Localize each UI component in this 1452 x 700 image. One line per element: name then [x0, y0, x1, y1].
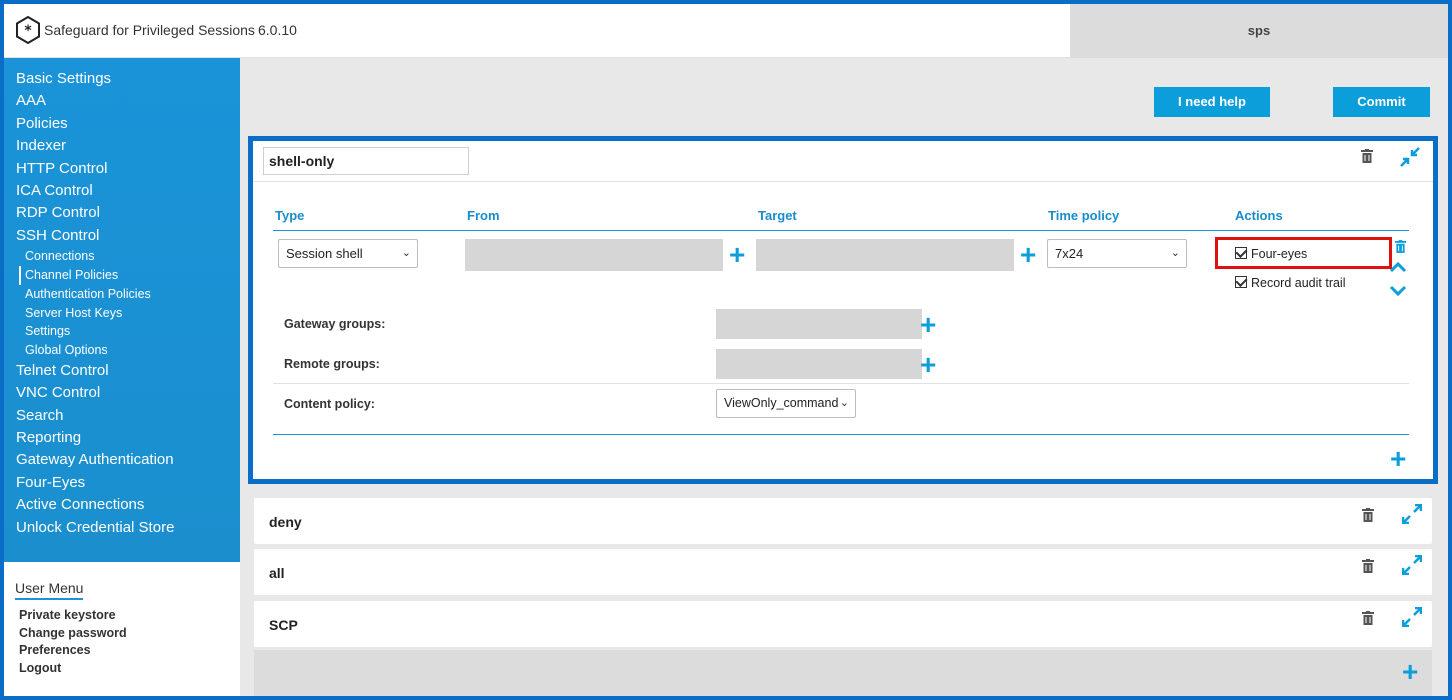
sidebar-item-unlock-credential-store[interactable]: Unlock Credential Store [4, 517, 240, 539]
sidebar-subitem-connections[interactable]: Connections [4, 247, 240, 266]
target-field[interactable] [756, 239, 1014, 271]
expand-icon[interactable] [1402, 555, 1422, 575]
logo-icon: * [16, 16, 40, 44]
policy-panel-deny[interactable]: deny [254, 498, 1432, 544]
col-header-target: Target [758, 208, 797, 223]
sidebar-item-aaa[interactable]: AAA [4, 90, 240, 112]
sidebar: Basic Settings AAA Policies Indexer HTTP… [4, 58, 240, 562]
trash-icon[interactable] [1361, 149, 1373, 163]
add-from-icon[interactable]: + [729, 241, 745, 269]
policy-name: all [269, 565, 285, 581]
hostname-box[interactable]: sps [1070, 4, 1448, 58]
add-remote-group-icon[interactable]: + [920, 351, 936, 379]
sidebar-subitem-settings[interactable]: Settings [4, 322, 240, 341]
policy-name-input[interactable]: shell-only [263, 147, 469, 175]
user-menu-change-password[interactable]: Change password [15, 626, 240, 644]
policy-name: SCP [269, 617, 298, 633]
sidebar-item-ssh-control[interactable]: SSH Control [4, 225, 240, 247]
rule-trash-icon[interactable] [1395, 240, 1406, 253]
move-up-icon[interactable] [1389, 261, 1407, 273]
content-policy-select[interactable]: ViewOnly_commands ⌄ [716, 389, 856, 418]
from-field[interactable] [465, 239, 723, 271]
remote-groups-label: Remote groups: [284, 357, 380, 371]
app-header: * Safeguard for Privileged Sessions 6.0.… [4, 4, 1448, 58]
checkbox-checked-icon [1235, 276, 1247, 288]
sidebar-subitem-channel-policies[interactable]: Channel Policies [19, 265, 240, 285]
divider [273, 383, 1409, 384]
main-content: I need help Commit shell-only Type From … [240, 58, 1448, 696]
col-header-actions: Actions [1235, 208, 1283, 223]
gateway-groups-label: Gateway groups: [284, 317, 386, 331]
time-policy-select[interactable]: 7x24 ⌄ [1047, 239, 1187, 268]
sidebar-item-basic-settings[interactable]: Basic Settings [4, 68, 240, 90]
svg-text:*: * [24, 23, 32, 39]
app-version: 6.0.10 [258, 22, 297, 38]
highlight-box [1215, 237, 1392, 269]
add-target-icon[interactable]: + [1020, 241, 1036, 269]
expand-icon[interactable] [1402, 607, 1422, 627]
chevron-down-icon: ⌄ [401, 247, 411, 259]
expand-icon[interactable] [1402, 504, 1422, 524]
sidebar-item-active-connections[interactable]: Active Connections [4, 494, 240, 516]
commit-button[interactable]: Commit [1333, 87, 1430, 117]
record-audit-trail-checkbox[interactable]: Record audit trail [1235, 276, 1346, 290]
type-select[interactable]: Session shell ⌄ [278, 239, 418, 268]
remote-groups-field[interactable] [716, 349, 922, 379]
col-header-time-policy: Time policy [1048, 208, 1120, 223]
sidebar-item-telnet-control[interactable]: Telnet Control [4, 360, 240, 382]
add-gateway-group-icon[interactable]: + [920, 311, 936, 339]
move-down-icon[interactable] [1389, 285, 1407, 297]
user-menu: User Menu Private keystore Change passwo… [4, 570, 240, 690]
sidebar-subitem-global-options[interactable]: Global Options [4, 341, 240, 360]
col-header-type: Type [275, 208, 305, 223]
section-underline [273, 434, 1409, 435]
gateway-groups-field[interactable] [716, 309, 922, 339]
col-header-from: From [467, 208, 500, 223]
sidebar-item-ica-control[interactable]: ICA Control [4, 180, 240, 202]
content-policy-label: Content policy: [284, 397, 375, 411]
chevron-down-icon: ⌄ [837, 390, 849, 417]
user-menu-title: User Menu [15, 580, 84, 600]
user-menu-logout[interactable]: Logout [15, 661, 240, 679]
add-policy-icon[interactable]: + [1402, 658, 1418, 686]
header-underline [273, 230, 1409, 231]
trash-icon[interactable] [1362, 611, 1374, 625]
user-menu-private-keystore[interactable]: Private keystore [15, 608, 240, 626]
user-menu-preferences[interactable]: Preferences [15, 643, 240, 661]
sidebar-item-rdp-control[interactable]: RDP Control [4, 202, 240, 224]
sidebar-item-indexer[interactable]: Indexer [4, 135, 240, 157]
chevron-down-icon: ⌄ [1170, 247, 1180, 259]
add-rule-icon[interactable]: + [1390, 445, 1406, 473]
policy-panel-scp[interactable]: SCP [254, 601, 1432, 647]
sidebar-item-http-control[interactable]: HTTP Control [4, 158, 240, 180]
sidebar-subitem-server-host-keys[interactable]: Server Host Keys [4, 304, 240, 323]
sidebar-item-gateway-authentication[interactable]: Gateway Authentication [4, 449, 240, 471]
policy-panel-all[interactable]: all [254, 549, 1432, 595]
collapse-icon[interactable] [1400, 147, 1420, 167]
app-title: Safeguard for Privileged Sessions [44, 22, 255, 38]
policy-panel-expanded: shell-only Type From Target Time policy … [248, 136, 1438, 484]
sidebar-item-search[interactable]: Search [4, 405, 240, 427]
policy-name: deny [269, 514, 302, 530]
sidebar-subitem-authentication-policies[interactable]: Authentication Policies [4, 285, 240, 304]
trash-icon[interactable] [1362, 559, 1374, 573]
sidebar-item-policies[interactable]: Policies [4, 113, 240, 135]
sidebar-item-vnc-control[interactable]: VNC Control [4, 382, 240, 404]
divider [253, 181, 1433, 182]
trash-icon[interactable] [1362, 508, 1374, 522]
add-policy-row: + [254, 650, 1432, 696]
sidebar-item-four-eyes[interactable]: Four-Eyes [4, 472, 240, 494]
sidebar-item-reporting[interactable]: Reporting [4, 427, 240, 449]
help-button[interactable]: I need help [1154, 87, 1270, 117]
